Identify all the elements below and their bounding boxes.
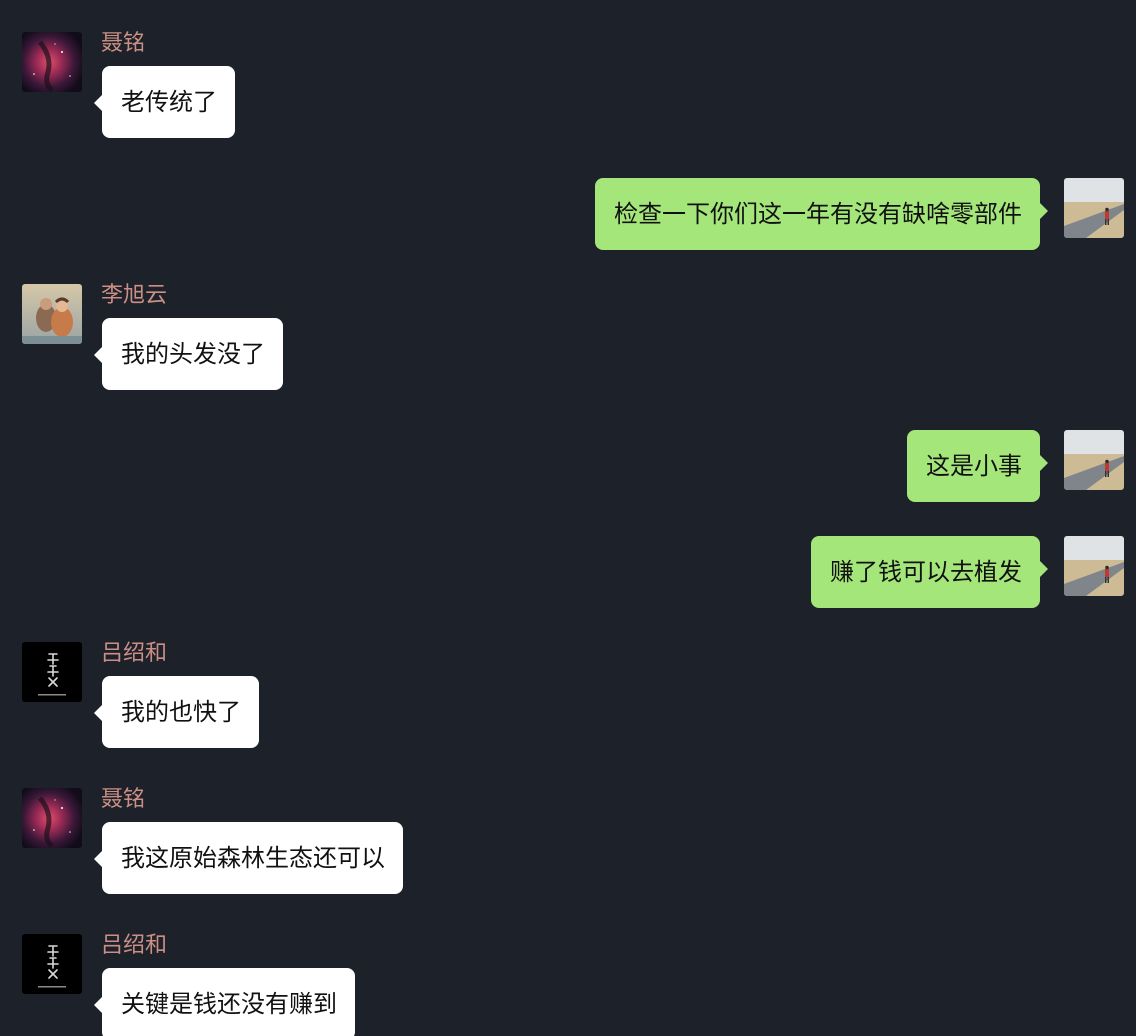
desert-road-avatar-icon[interactable] <box>1064 178 1124 238</box>
calligraphy-logo-avatar-icon[interactable] <box>22 642 82 702</box>
message-bubble[interactable]: 老传统了 <box>94 66 235 138</box>
galaxy-nebula-avatar-icon[interactable] <box>22 32 82 92</box>
galaxy-nebula-avatar-icon[interactable] <box>22 788 82 848</box>
message-bubble[interactable]: 检查一下你们这一年有没有缺啥零部件 <box>595 178 1048 250</box>
message-bubble[interactable]: 关键是钱还没有赚到 <box>94 968 355 1036</box>
message-bubble[interactable]: 我的头发没了 <box>94 318 283 390</box>
message-bubble[interactable]: 我这原始森林生态还可以 <box>94 822 403 894</box>
desert-road-avatar-icon[interactable] <box>1064 430 1124 490</box>
desert-road-avatar-icon[interactable] <box>1064 536 1124 596</box>
sender-name[interactable]: 吕绍和 <box>101 638 167 670</box>
chat-message-list[interactable]: 聂铭 老传统了 检查一下你们这一年有没有缺啥零部件 李旭云 我的头发没了 这是小… <box>0 0 1136 1036</box>
message-bubble[interactable]: 这是小事 <box>907 430 1048 502</box>
sender-name[interactable]: 李旭云 <box>101 280 167 312</box>
sender-name[interactable]: 聂铭 <box>101 784 145 816</box>
message-bubble[interactable]: 赚了钱可以去植发 <box>811 536 1048 608</box>
calligraphy-logo-avatar-icon[interactable] <box>22 934 82 994</box>
couple-photo-avatar-icon[interactable] <box>22 284 82 344</box>
sender-name[interactable]: 聂铭 <box>101 28 145 60</box>
message-bubble[interactable]: 我的也快了 <box>94 676 259 748</box>
sender-name[interactable]: 吕绍和 <box>101 930 167 962</box>
